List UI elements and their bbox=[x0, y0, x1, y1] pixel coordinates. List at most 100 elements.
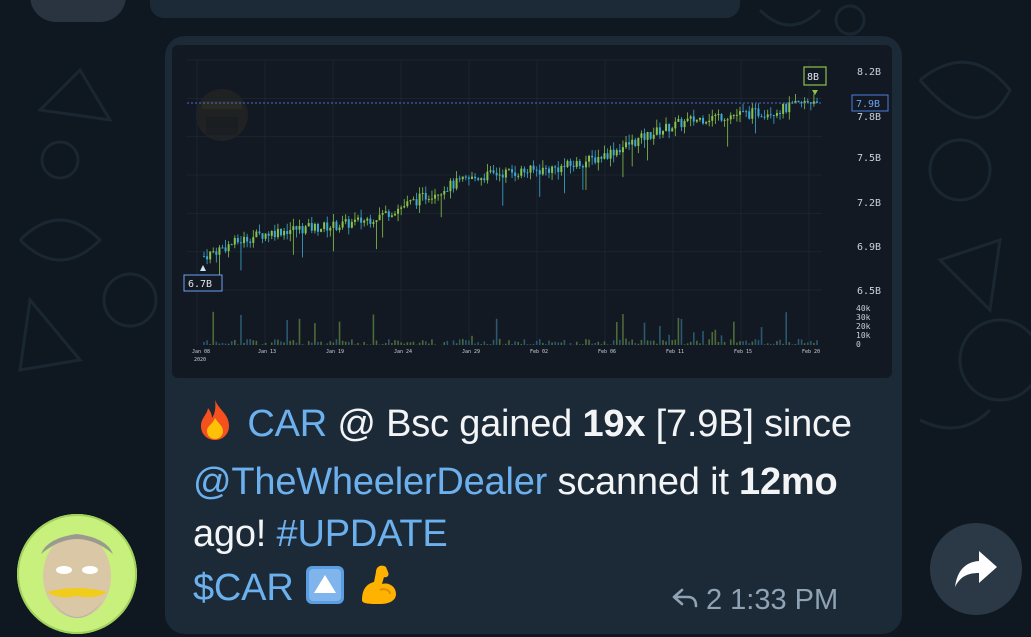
candle-body bbox=[717, 114, 720, 116]
candle-body bbox=[788, 102, 791, 113]
reply-count[interactable]: 2 bbox=[706, 582, 722, 618]
y-tick-label: 6.5B bbox=[857, 286, 881, 297]
candle-body bbox=[754, 108, 757, 110]
candle-body bbox=[415, 199, 418, 206]
candle-body bbox=[366, 218, 369, 221]
x-tick-label: Feb 06 bbox=[598, 349, 616, 355]
volume-bar bbox=[545, 344, 547, 345]
volume-bar bbox=[452, 340, 455, 345]
candle-body bbox=[606, 153, 609, 159]
volume-bar bbox=[625, 338, 627, 345]
volume-bar bbox=[612, 340, 615, 345]
candle-body bbox=[517, 175, 520, 177]
volume-bar bbox=[745, 340, 747, 345]
candle-body bbox=[529, 165, 532, 173]
x-tick-label: Jan 24 bbox=[394, 349, 412, 355]
current-price-label: 7.9B bbox=[856, 99, 880, 110]
volume-bar bbox=[538, 339, 541, 345]
volume-bar bbox=[806, 342, 809, 345]
candle-body bbox=[526, 172, 529, 174]
candle-body bbox=[310, 223, 313, 231]
volume-bar bbox=[400, 342, 402, 345]
candle-body bbox=[227, 244, 230, 252]
volume-bar bbox=[270, 342, 273, 345]
candle-body bbox=[489, 170, 492, 172]
volume-bar bbox=[535, 340, 538, 345]
x-tick-label: Feb 02 bbox=[530, 349, 548, 355]
cashtag-link[interactable]: $CAR bbox=[193, 567, 294, 609]
volume-bar bbox=[458, 339, 461, 345]
volume-bar bbox=[659, 325, 661, 345]
candles bbox=[203, 93, 818, 277]
reply-icon[interactable] bbox=[672, 582, 698, 618]
volume-bar bbox=[582, 343, 584, 345]
candle-body bbox=[757, 108, 760, 117]
volume-bar bbox=[421, 340, 424, 345]
volume-bar bbox=[631, 339, 633, 345]
fire-emoji bbox=[193, 398, 237, 456]
volume-bar bbox=[662, 340, 664, 345]
candle-body bbox=[631, 139, 634, 145]
y-tick-label: 7.2B bbox=[857, 198, 881, 209]
volume-bar bbox=[384, 343, 387, 345]
candle-body bbox=[779, 113, 782, 115]
token-link[interactable]: CAR bbox=[247, 403, 327, 445]
volume-bar bbox=[372, 314, 375, 345]
candle-body bbox=[618, 150, 621, 153]
candle-body bbox=[369, 218, 372, 224]
volume-bar bbox=[680, 319, 683, 345]
volume-bar bbox=[381, 344, 384, 345]
candle-body bbox=[304, 226, 307, 234]
candle-body bbox=[203, 256, 205, 258]
volume-bar bbox=[776, 341, 778, 345]
volume-bar bbox=[628, 341, 630, 345]
volume-bar bbox=[249, 339, 252, 345]
candle-body bbox=[326, 222, 329, 231]
volume-bar bbox=[409, 342, 412, 345]
candle-body bbox=[375, 220, 378, 223]
candle-body bbox=[628, 142, 631, 145]
candle-body bbox=[806, 100, 809, 103]
sender-avatar[interactable] bbox=[17, 514, 137, 634]
volume-bar bbox=[292, 340, 295, 345]
volume-bar bbox=[338, 321, 341, 345]
candle-body bbox=[280, 228, 283, 236]
candle-body bbox=[341, 221, 344, 228]
volume-bar bbox=[785, 312, 787, 345]
share-button[interactable] bbox=[930, 523, 1022, 615]
candle-body bbox=[588, 155, 591, 162]
volume-bar bbox=[542, 342, 544, 345]
candlestick-chart: 8.2B 7.8B 7.5B 7.2B 6.9B 6.5B 7.9B 8B 6.… bbox=[183, 59, 889, 363]
candle-body bbox=[569, 160, 572, 166]
chart-image[interactable]: 8.2B 7.8B 7.5B 7.2B 6.9B 6.5B 7.9B 8B 6.… bbox=[172, 45, 892, 378]
mention-link[interactable]: @TheWheelerDealer bbox=[193, 461, 547, 503]
volume-bar bbox=[723, 341, 726, 345]
volume-bar bbox=[665, 341, 667, 345]
volume-bar bbox=[243, 342, 245, 345]
candle-body bbox=[381, 213, 384, 215]
volume-bar bbox=[729, 339, 732, 345]
candle-body bbox=[393, 213, 396, 216]
hashtag-link[interactable]: #UPDATE bbox=[277, 513, 448, 555]
volume-bar bbox=[579, 344, 581, 345]
volume-bar bbox=[212, 311, 215, 345]
candle-body bbox=[732, 115, 735, 117]
previous-avatar[interactable] bbox=[30, 0, 126, 22]
volume-bar bbox=[471, 335, 473, 345]
volume-bar bbox=[468, 340, 470, 345]
volume-bar bbox=[686, 343, 689, 345]
candle-body bbox=[492, 170, 495, 173]
candle-body bbox=[560, 165, 563, 173]
candle-body bbox=[745, 111, 748, 113]
volume-bar bbox=[434, 344, 436, 345]
volume-bar bbox=[388, 339, 390, 345]
candle-body bbox=[584, 161, 587, 168]
candle-body bbox=[652, 134, 655, 139]
volume-bar bbox=[677, 317, 680, 345]
flexed-biceps-emoji bbox=[356, 560, 402, 620]
volume-bar bbox=[237, 344, 239, 345]
candle-body bbox=[683, 121, 686, 128]
candle-body bbox=[621, 147, 624, 153]
candle-body bbox=[360, 217, 363, 223]
age-value: 12mo bbox=[739, 461, 838, 503]
